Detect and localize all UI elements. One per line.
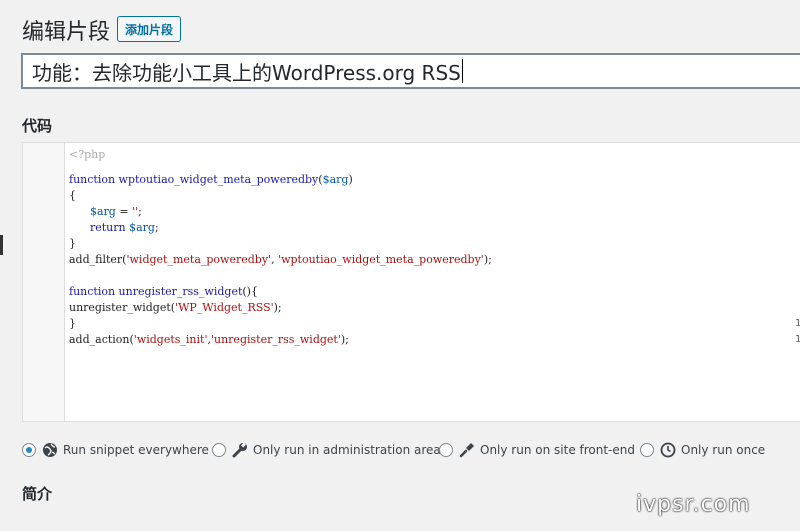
scope-option-everywhere[interactable]: Run snippet everywhere [22, 440, 209, 460]
scope-option-label: Only run in administration area [253, 443, 441, 457]
line-number-gutter [23, 143, 65, 421]
site-watermark: ivpsr.com [636, 492, 751, 517]
scope-option-once[interactable]: Only run once [640, 440, 765, 460]
code-line: } [69, 237, 76, 250]
code-line: { [69, 189, 76, 202]
radio-checked-dot [26, 447, 32, 453]
text-caret [461, 59, 463, 83]
line-number: 11 [795, 334, 800, 345]
snippet-title-text: 功能：去除功能小工具上的WordPress.org RSS [32, 60, 461, 85]
description-section-label: 简介 [22, 485, 53, 503]
globe-icon [42, 442, 58, 458]
code-line: return $arg; [89, 221, 159, 234]
code-line: $arg = ''; [89, 205, 142, 218]
scope-option-label: Only run on site front-end [480, 443, 635, 457]
code-line: } [69, 317, 76, 330]
code-line: add_filter('widget_meta_poweredby', 'wpt… [69, 253, 492, 266]
radio-everywhere[interactable] [22, 443, 36, 457]
snippet-title-input[interactable]: 功能：去除功能小工具上的WordPress.org RSS [22, 54, 800, 88]
admin-sidebar-edge [0, 235, 3, 255]
wrench-icon [232, 442, 248, 458]
add-snippet-button[interactable]: 添加片段 [117, 16, 182, 42]
admin-appearance-icon [459, 442, 475, 458]
code-section-label: 代码 [22, 117, 53, 135]
scope-option-label: Only run once [681, 443, 766, 457]
code-editor[interactable]: <?php 1 2 3 4 5 6 7 8 9 10 11 function w… [22, 142, 800, 422]
code-line: add_action('widgets_init','unregister_rs… [69, 333, 349, 346]
scope-option-frontend[interactable]: Only run on site front-end [439, 440, 635, 460]
line-number: 10 [795, 318, 800, 329]
radio-admin[interactable] [212, 443, 226, 457]
radio-frontend[interactable] [439, 443, 453, 457]
scope-option-label: Run snippet everywhere [63, 443, 209, 457]
code-line: function wptoutiao_widget_meta_poweredby… [69, 173, 353, 186]
php-open-tag: <?php [69, 148, 106, 161]
scope-option-admin[interactable]: Only run in administration area [212, 440, 441, 460]
radio-once[interactable] [640, 443, 654, 457]
page-title: 编辑片段 [22, 20, 111, 45]
code-line: function unregister_rss_widget(){ [69, 285, 258, 298]
code-line: unregister_widget('WP_Widget_RSS'); [69, 301, 282, 314]
clock-icon [660, 442, 676, 458]
